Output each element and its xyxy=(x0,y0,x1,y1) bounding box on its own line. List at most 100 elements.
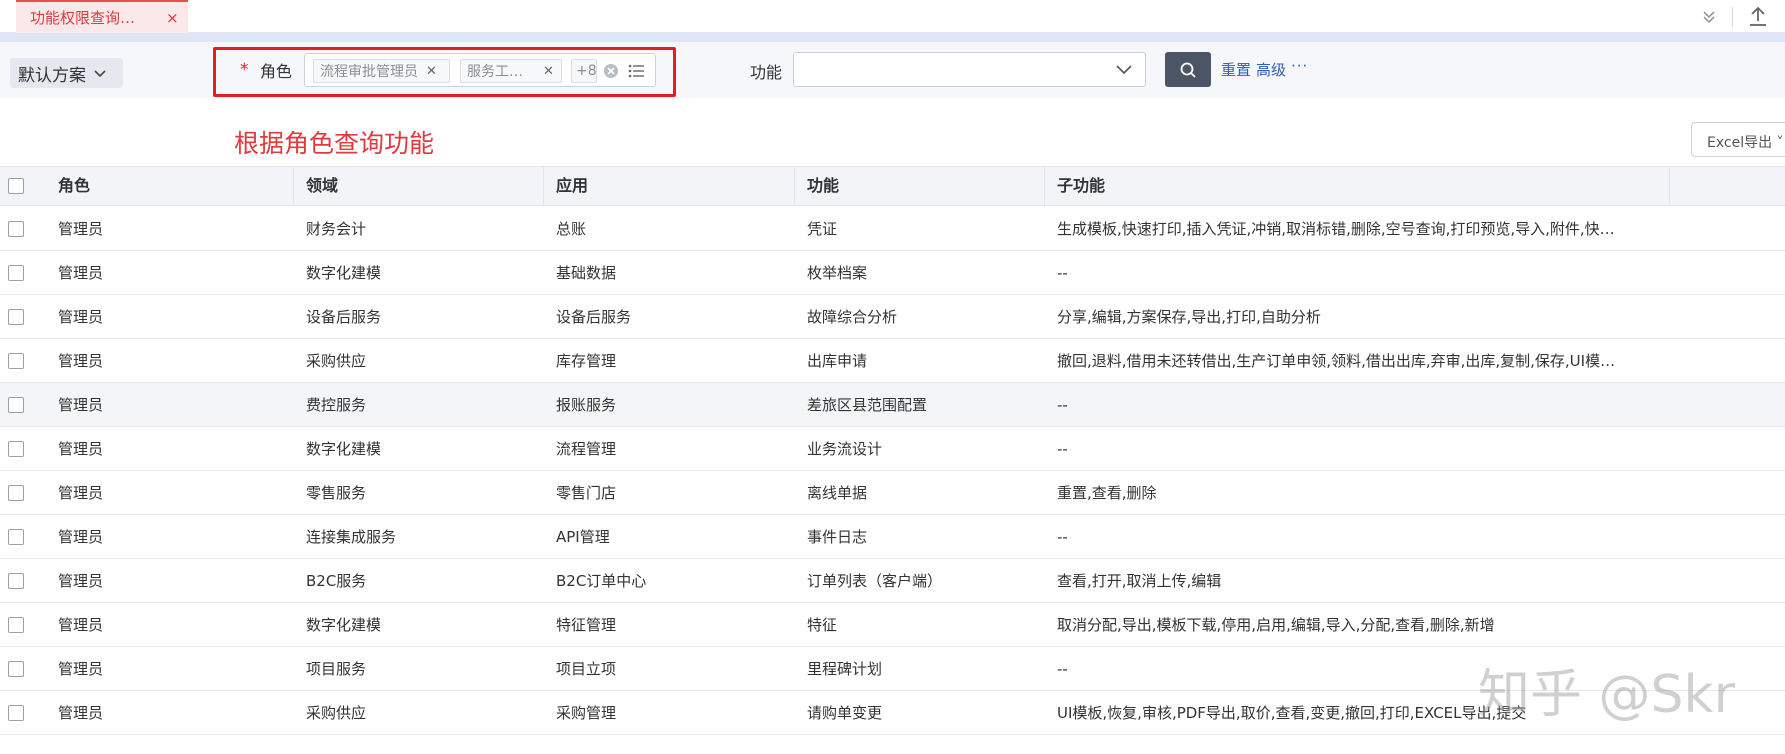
select-all-checkbox[interactable] xyxy=(8,178,24,194)
excel-export-button[interactable]: Excel导出 ˅ xyxy=(1691,122,1785,157)
column-header-function[interactable]: 功能 xyxy=(795,167,1045,205)
cell-domain: 财务会计 xyxy=(306,220,367,238)
scheme-dropdown[interactable]: 默认方案 xyxy=(10,58,123,88)
chevron-down-icon xyxy=(1116,65,1132,75)
column-header-role[interactable]: 角色 xyxy=(46,167,294,205)
row-checkbox[interactable] xyxy=(8,265,24,281)
row-checkbox[interactable] xyxy=(8,617,24,633)
cell-domain: 零售服务 xyxy=(306,484,367,502)
cell-role: 管理员 xyxy=(58,220,104,238)
role-chip-label: 流程审批管理员 xyxy=(320,64,418,80)
cell-function: 出库申请 xyxy=(807,352,868,370)
row-checkbox[interactable] xyxy=(8,397,24,413)
cell-role: 管理员 xyxy=(58,264,104,282)
table-row[interactable]: 管理员 数字化建模 流程管理 业务流设计 -- xyxy=(0,427,1785,471)
cell-subfunction: -- xyxy=(1057,264,1068,282)
cell-subfunction: -- xyxy=(1057,528,1068,546)
role-chip[interactable]: 服务工… ✕ xyxy=(460,59,562,83)
row-checkbox[interactable] xyxy=(8,485,24,501)
table-row[interactable]: 管理员 连接集成服务 API管理 事件日志 -- xyxy=(0,515,1785,559)
clear-icon[interactable] xyxy=(603,63,619,79)
cell-app: 报账服务 xyxy=(556,396,617,414)
role-chip-label: 服务工… xyxy=(467,64,523,80)
cell-domain: 项目服务 xyxy=(306,660,367,678)
function-select[interactable] xyxy=(793,52,1146,87)
cell-function: 事件日志 xyxy=(807,528,868,546)
chevron-down-icon xyxy=(94,70,106,78)
cell-role: 管理员 xyxy=(58,572,104,590)
cell-app: 设备后服务 xyxy=(556,308,632,326)
cell-app: 项目立项 xyxy=(556,660,617,678)
search-button[interactable] xyxy=(1165,52,1211,87)
list-icon[interactable] xyxy=(628,63,645,79)
cell-function: 里程碑计划 xyxy=(807,660,883,678)
table-row[interactable]: 管理员 采购供应 库存管理 出库申请 撤回,退料,借用未还转借出,生产订单申领,领料,借… xyxy=(0,339,1785,383)
column-header-domain[interactable]: 领域 xyxy=(294,167,544,205)
remove-chip-icon[interactable]: ✕ xyxy=(543,64,554,79)
row-checkbox[interactable] xyxy=(8,221,24,237)
more-icon[interactable]: ··· xyxy=(1291,57,1308,75)
role-more-count[interactable]: +8 xyxy=(571,59,597,83)
table-row[interactable]: 管理员 财务会计 总账 凭证 生成模板,快速打印,插入凭证,冲销,取消标错,删除,空号查… xyxy=(0,207,1785,251)
collapse-chevrons-icon[interactable] xyxy=(1701,7,1717,27)
upload-icon[interactable] xyxy=(1747,4,1769,28)
table-row[interactable]: 管理员 B2C服务 B2C订单中心 订单列表（客户端） 查看,打开,取消上传,编辑 xyxy=(0,559,1785,603)
column-header-subfunction[interactable]: 子功能 xyxy=(1045,167,1670,205)
watermark: 知乎 @Skr xyxy=(1478,665,1736,725)
scheme-label: 默认方案 xyxy=(18,65,86,86)
cell-role: 管理员 xyxy=(58,660,104,678)
role-chip[interactable]: 流程审批管理员 ✕ xyxy=(313,59,450,83)
cell-role: 管理员 xyxy=(58,352,104,370)
cell-subfunction: 取消分配,导出,模板下载,停用,启用,编辑,导入,分配,查看,删除,新增 xyxy=(1057,616,1495,634)
row-checkbox[interactable] xyxy=(8,661,24,677)
cell-domain: 数字化建模 xyxy=(306,440,382,458)
row-checkbox[interactable] xyxy=(8,705,24,721)
advanced-link[interactable]: 高级 xyxy=(1256,59,1286,80)
cell-function: 差旅区县范围配置 xyxy=(807,396,928,414)
cell-role: 管理员 xyxy=(58,396,104,414)
cell-role: 管理员 xyxy=(58,484,104,502)
row-checkbox[interactable] xyxy=(8,309,24,325)
cell-role: 管理员 xyxy=(58,308,104,326)
table-row[interactable]: 管理员 数字化建模 特征管理 特征 取消分配,导出,模板下载,停用,启用,编辑,导入,分… xyxy=(0,603,1785,647)
role-multiselect[interactable]: 流程审批管理员 ✕ 服务工… ✕ +8 xyxy=(304,53,656,87)
row-checkbox[interactable] xyxy=(8,573,24,589)
remove-chip-icon[interactable]: ✕ xyxy=(426,64,437,79)
required-mark: * xyxy=(240,60,249,80)
cell-app: 总账 xyxy=(556,220,587,238)
cell-app: 库存管理 xyxy=(556,352,617,370)
annotation-text: 根据角色查询功能 xyxy=(234,129,435,158)
row-checkbox[interactable] xyxy=(8,441,24,457)
cell-app: 流程管理 xyxy=(556,440,617,458)
cell-subfunction: 生成模板,快速打印,插入凭证,冲销,取消标错,删除,空号查询,打印预览,导入,附… xyxy=(1057,220,1615,238)
cell-role: 管理员 xyxy=(58,616,104,634)
cell-subfunction: 分享,编辑,方案保存,导出,打印,自助分析 xyxy=(1057,308,1321,326)
table-row[interactable]: 管理员 数字化建模 基础数据 枚举档案 -- xyxy=(0,251,1785,295)
table-row[interactable]: 管理员 零售服务 零售门店 离线单据 重置,查看,删除 xyxy=(0,471,1785,515)
cell-app: 特征管理 xyxy=(556,616,617,634)
filter-panel: 默认方案 * 角色 流程审批管理员 ✕ 服务工… ✕ +8 功能 重置 高级 ·… xyxy=(0,42,1785,98)
table-row[interactable]: 管理员 设备后服务 设备后服务 故障综合分析 分享,编辑,方案保存,导出,打印,自助分析 xyxy=(0,295,1785,339)
cell-domain: 采购供应 xyxy=(306,352,367,370)
reset-link[interactable]: 重置 xyxy=(1221,59,1251,80)
cell-function: 特征 xyxy=(807,616,838,634)
cell-domain: 数字化建模 xyxy=(306,264,382,282)
toolbar-divider xyxy=(1732,7,1733,27)
tab-label: 功能权限查询… xyxy=(30,9,136,27)
cell-function: 请购单变更 xyxy=(807,704,883,722)
cell-role: 管理员 xyxy=(58,440,104,458)
cell-role: 管理员 xyxy=(58,528,104,546)
cell-function: 订单列表（客户端） xyxy=(807,572,943,590)
table-row[interactable]: 管理员 费控服务 报账服务 差旅区县范围配置 -- xyxy=(0,383,1785,427)
row-checkbox[interactable] xyxy=(8,529,24,545)
cell-subfunction: 撤回,退料,借用未还转借出,生产订单申领,领料,借出出库,弃审,出库,复制,保存… xyxy=(1057,352,1616,370)
header-stripe xyxy=(0,33,1785,42)
cell-function: 枚举档案 xyxy=(807,264,868,282)
tab-function-permission-query[interactable]: 功能权限查询… × xyxy=(16,0,188,33)
close-icon[interactable]: × xyxy=(166,9,179,27)
cell-app: 采购管理 xyxy=(556,704,617,722)
row-checkbox[interactable] xyxy=(8,353,24,369)
tab-bar: 功能权限查询… × xyxy=(0,0,1785,33)
column-header-app[interactable]: 应用 xyxy=(544,167,795,205)
role-label: 角色 xyxy=(260,62,293,81)
